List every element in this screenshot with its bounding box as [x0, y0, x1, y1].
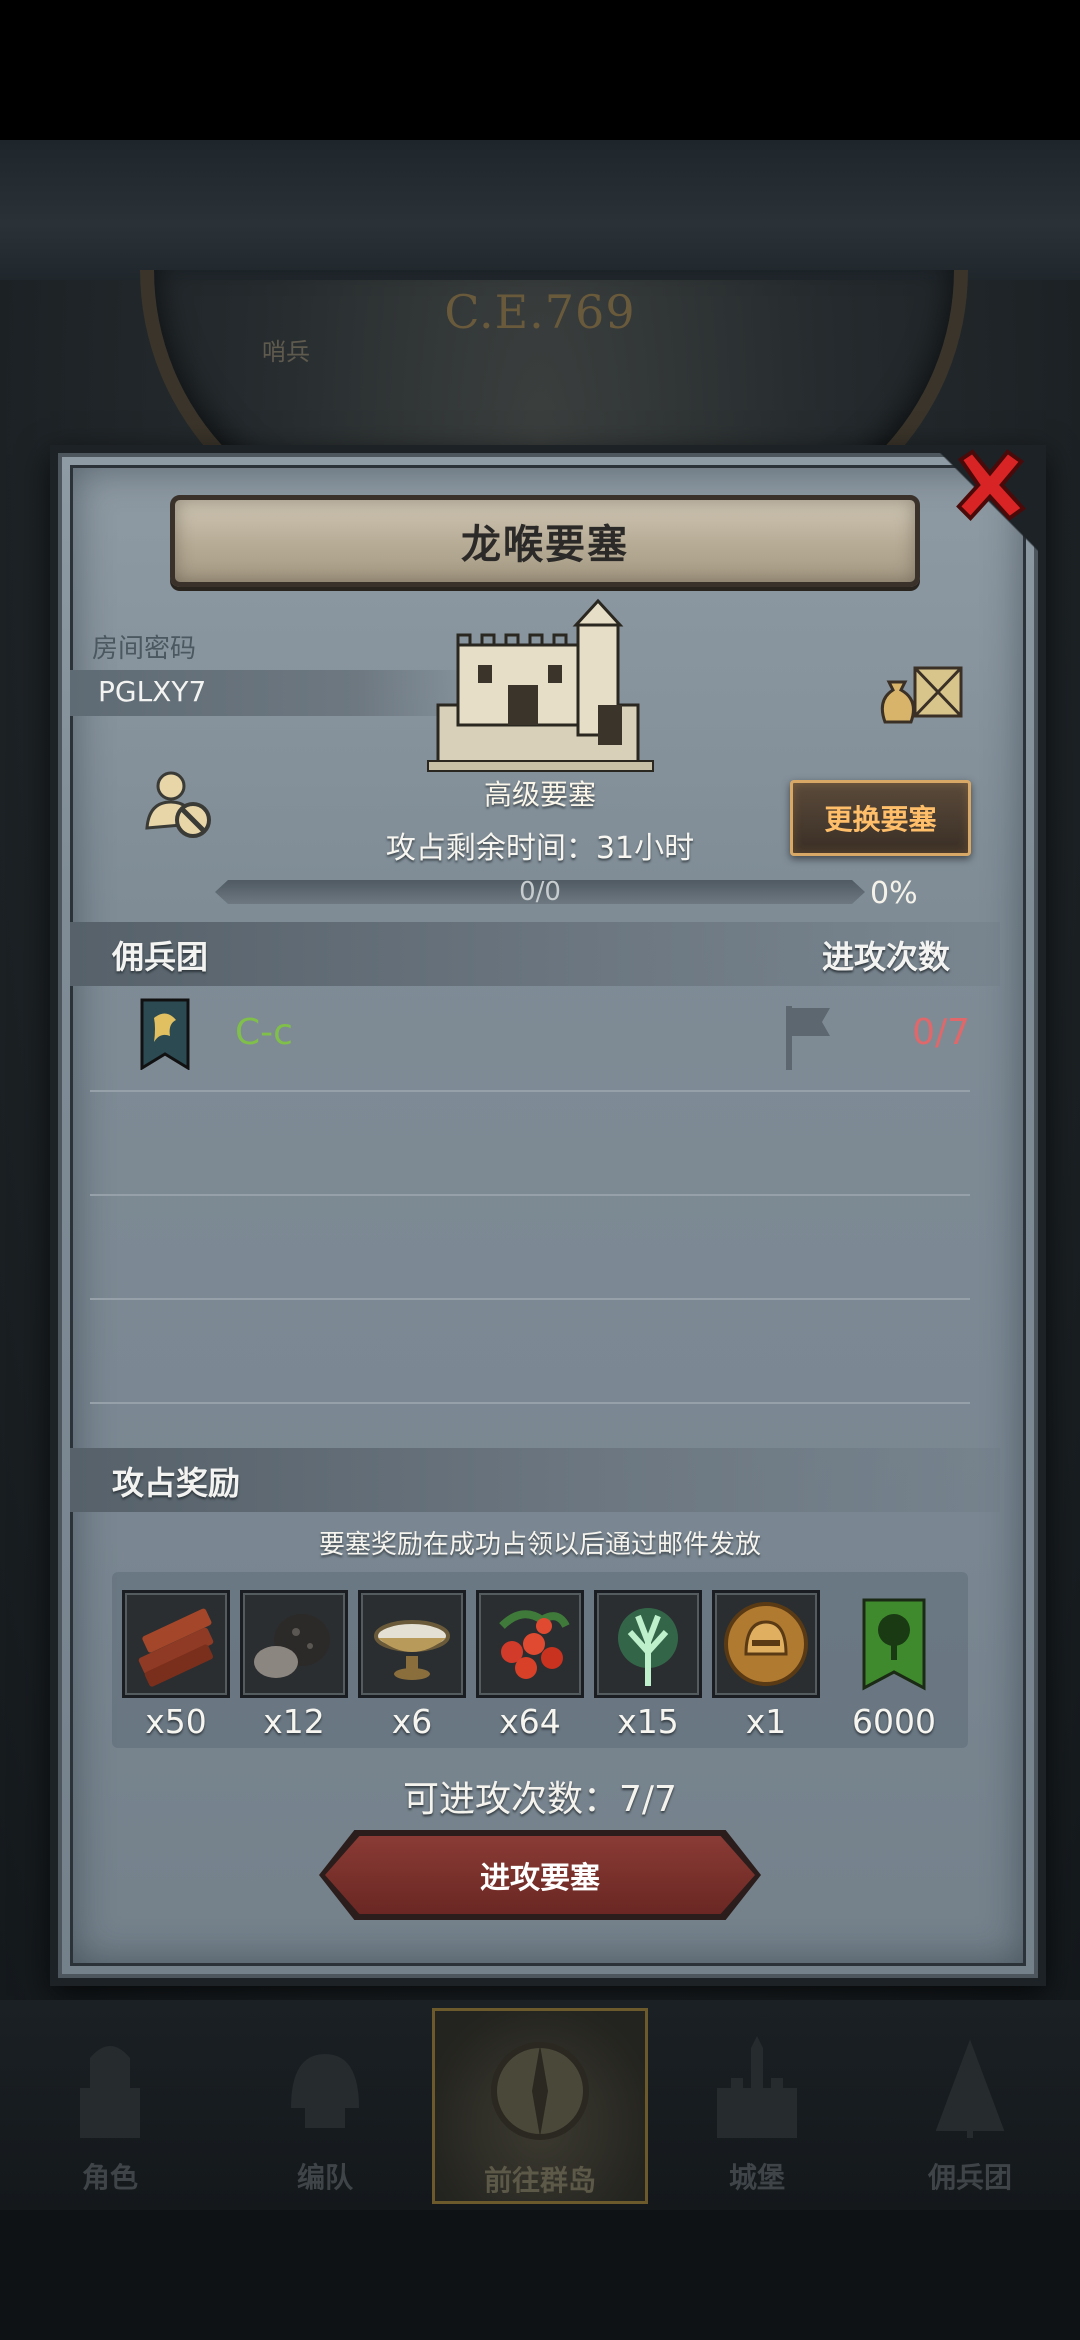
- mercenary-name: C-c: [235, 1012, 293, 1053]
- knight-icon: [80, 2046, 140, 2138]
- attack-fortress-button[interactable]: 进攻要塞: [325, 1836, 755, 1914]
- attack-attempts-title: 进攻次数: [822, 938, 951, 976]
- mercenary-attempts: 0/7: [912, 1012, 970, 1053]
- ore-icon: [254, 1614, 330, 1678]
- guild-banner-icon: [140, 998, 190, 1070]
- status-bar-area: [0, 0, 1080, 140]
- reward-quantity: 6000: [852, 1702, 936, 1741]
- reward-icon-frame: [594, 1590, 702, 1698]
- nav-formation[interactable]: 编队: [220, 2008, 430, 2198]
- nav-castle[interactable]: 城堡: [652, 2008, 862, 2198]
- reward-icon-frame: [840, 1590, 948, 1698]
- capture-progress-percent: 0%: [870, 876, 918, 911]
- reward-quantity: x6: [391, 1702, 433, 1741]
- top-header-bar: [0, 140, 1080, 280]
- bowl-icon: [374, 1620, 450, 1680]
- nav-mercenary[interactable]: 佣兵团: [865, 2008, 1075, 2198]
- mercenary-row-empty: [90, 1194, 970, 1300]
- scene-label: 哨兵: [262, 338, 310, 366]
- room-code-label: 房间密码: [92, 634, 197, 664]
- wood-icon: [138, 1608, 214, 1687]
- attack-count: 可进攻次数：7/7: [403, 1779, 677, 1820]
- close-icon: [956, 449, 1027, 521]
- reward-item[interactable]: x6: [358, 1590, 466, 1741]
- reward-icon-frame: [476, 1590, 584, 1698]
- nav-label: 前往群岛: [483, 2164, 596, 2197]
- mercenary-icon: [935, 2039, 1005, 2138]
- attack-button-label: 进攻要塞: [480, 1861, 600, 1896]
- mercenary-row-empty: [90, 1090, 970, 1196]
- nav-label: 角色: [81, 2161, 138, 2194]
- reward-item[interactable]: x1: [712, 1590, 820, 1741]
- reward-icon-frame: [240, 1590, 348, 1698]
- compass-icon: [491, 2042, 589, 2140]
- mercenary-row[interactable]: C-c 0/7: [90, 986, 970, 1092]
- fortress-castle-icon: [427, 598, 654, 772]
- nav-archipelago[interactable]: 前往群岛: [432, 2008, 648, 2204]
- era-label: C.E.769: [444, 285, 636, 339]
- spirit-tree-icon: [618, 1608, 678, 1686]
- reward-icon-frame: [712, 1590, 820, 1698]
- reward-item[interactable]: x50: [122, 1590, 230, 1741]
- reward-quantity: x64: [499, 1702, 561, 1741]
- berries-icon: [499, 1610, 570, 1679]
- dialog-title: 龙喉要塞: [461, 522, 629, 568]
- capture-time-left: 攻占剩余时间：31小时: [385, 831, 695, 866]
- rewards-note: 要塞奖励在成功占领以后通过邮件发放: [318, 1530, 761, 1560]
- mercenary-section-title: 佣兵团: [112, 938, 209, 976]
- reward-quantity: x15: [617, 1702, 679, 1741]
- mercenary-row-empty: [90, 1298, 970, 1404]
- tree-banner-icon: [862, 1598, 926, 1691]
- reward-item[interactable]: x12: [240, 1590, 348, 1741]
- nav-label: 佣兵团: [927, 2161, 1012, 2194]
- reward-quantity: x12: [263, 1702, 325, 1741]
- flag-icon: [786, 1006, 830, 1070]
- reward-item[interactable]: x15: [594, 1590, 702, 1741]
- reward-item[interactable]: 6000: [840, 1590, 948, 1741]
- rewards-section-title: 攻占奖励: [112, 1464, 241, 1502]
- room-code[interactable]: PGLXY7: [98, 675, 206, 708]
- capture-progress-value: 0/0: [519, 877, 561, 907]
- reward-icon-frame: [358, 1590, 466, 1698]
- helmet-medal-icon: [724, 1602, 808, 1686]
- nav-label: 城堡: [728, 2161, 785, 2194]
- bottom-bar: [0, 2210, 1080, 2340]
- reward-item[interactable]: x64: [476, 1590, 584, 1741]
- supplies-bag-icon[interactable]: [875, 660, 965, 730]
- dialog-title-banner: 龙喉要塞: [170, 495, 920, 587]
- castle-icon: [717, 2036, 797, 2138]
- close-button[interactable]: [950, 445, 1030, 525]
- reward-quantity: x50: [145, 1702, 207, 1741]
- nav-label: 编队: [296, 2161, 353, 2194]
- reward-quantity: x1: [745, 1702, 787, 1741]
- helmet-icon: [291, 2054, 359, 2128]
- reward-icon-frame: [122, 1590, 230, 1698]
- nav-character[interactable]: 角色: [5, 2008, 215, 2198]
